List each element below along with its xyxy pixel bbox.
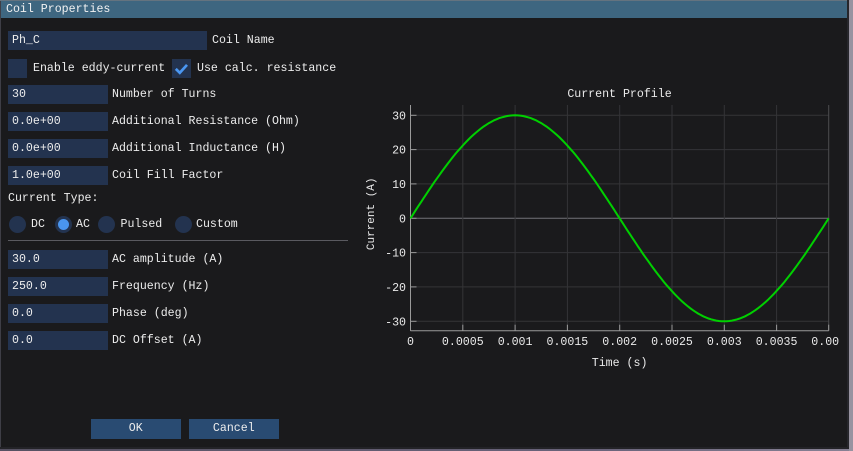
svg-text:0.0035: 0.0035 [756,336,798,349]
svg-text:Time (s): Time (s) [592,357,648,370]
svg-text:0.002: 0.002 [602,336,637,349]
svg-text:0: 0 [399,213,406,226]
svg-text:-10: -10 [385,248,406,261]
svg-text:10: 10 [392,179,406,192]
svg-text:0.004: 0.004 [811,336,839,349]
svg-text:0.001: 0.001 [498,336,533,349]
svg-text:-20: -20 [385,282,406,295]
svg-text:0.0005: 0.0005 [442,336,484,349]
svg-text:0: 0 [407,336,414,349]
svg-text:Current Profile: Current Profile [567,88,671,101]
svg-text:30: 30 [392,110,406,123]
svg-text:20: 20 [392,145,406,158]
svg-text:0.0015: 0.0015 [547,336,589,349]
svg-text:-30: -30 [385,316,406,329]
svg-text:0.003: 0.003 [707,336,742,349]
svg-text:0.0025: 0.0025 [651,336,693,349]
svg-text:Current (A): Current (A) [366,177,378,250]
